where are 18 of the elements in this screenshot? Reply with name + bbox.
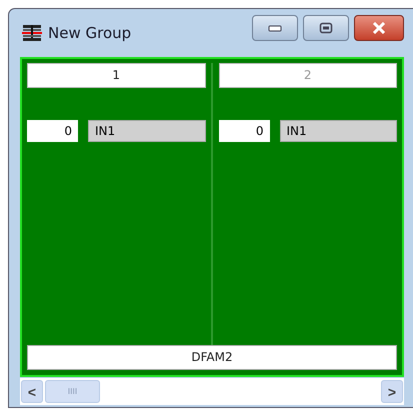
input-name: IN1 xyxy=(280,120,397,142)
input-name: IN1 xyxy=(88,120,206,142)
horizontal-scrollbar[interactable]: < IIII > xyxy=(20,378,404,405)
scroll-right-button[interactable]: > xyxy=(381,380,403,403)
minimize-icon xyxy=(268,24,282,32)
minimize-button[interactable] xyxy=(252,15,298,41)
scroll-left-button[interactable]: < xyxy=(21,380,43,403)
app-icon xyxy=(22,24,42,42)
group-name: DFAM2 xyxy=(27,345,397,370)
window-title: New Group xyxy=(48,24,132,42)
close-button[interactable] xyxy=(354,15,404,41)
channel-label: 2 xyxy=(218,63,397,88)
maximize-button[interactable] xyxy=(303,15,349,41)
value-field[interactable]: 0 xyxy=(218,120,270,142)
channel-label: 1 xyxy=(27,63,206,88)
maximize-icon xyxy=(319,22,333,34)
value-field[interactable]: 0 xyxy=(27,120,78,142)
close-icon xyxy=(371,22,387,34)
